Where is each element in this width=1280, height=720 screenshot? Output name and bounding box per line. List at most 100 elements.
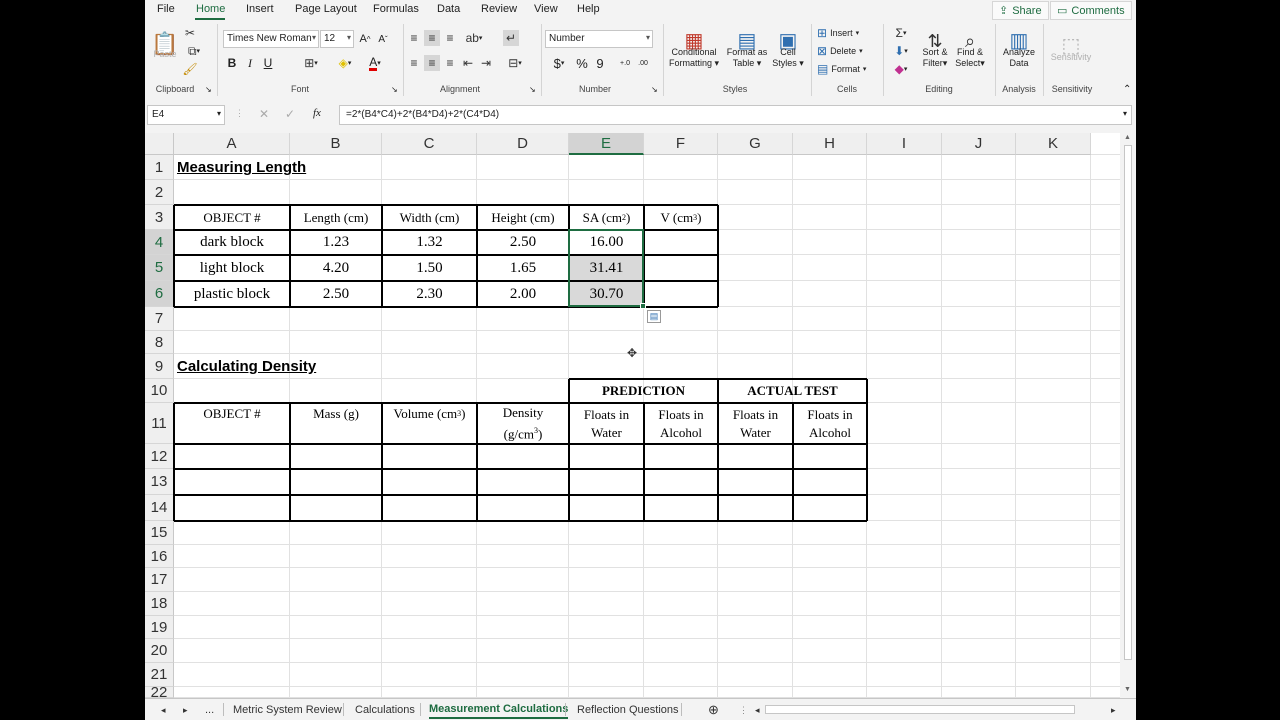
row-header-1[interactable]: 1 [145, 155, 174, 180]
header-v[interactable]: V (cm 3) [644, 205, 718, 230]
column-header-c[interactable]: C [382, 133, 477, 155]
fill-handle[interactable] [640, 303, 646, 309]
conditional-formatting-button[interactable]: ▦ Conditional Formatting ▾ [665, 26, 723, 78]
cell-width-2[interactable]: 1.50 [382, 255, 477, 281]
cell-v-3[interactable] [644, 281, 718, 307]
sensitivity-button[interactable]: ⬚ Sensitivity [1047, 26, 1095, 78]
vertical-scrollbar[interactable]: ▲ ▼ [1120, 133, 1136, 698]
align-top-icon[interactable]: ≡ [407, 30, 421, 46]
cell-width-1[interactable]: 1.32 [382, 230, 477, 255]
header2-volume[interactable]: Volume (cm 3) [382, 403, 477, 444]
horizontal-scrollbar-thumb[interactable] [765, 705, 1075, 714]
format-painter-icon[interactable]: 🖌 [182, 62, 197, 76]
column-header-h[interactable]: H [793, 133, 867, 155]
comments-button[interactable]: ▭ Comments [1050, 1, 1132, 20]
row-header-18[interactable]: 18 [145, 592, 174, 616]
insert-function-icon[interactable]: fx [313, 107, 321, 119]
bold-button[interactable]: B [225, 55, 239, 71]
header2-density[interactable]: Density (g/cm3) [477, 403, 569, 444]
column-header-b[interactable]: B [290, 133, 382, 155]
row-header-2[interactable]: 2 [145, 180, 174, 205]
header2-actual-floats-alcohol[interactable]: Floats in Alcohol [793, 403, 867, 444]
align-bottom-icon[interactable]: ≡ [443, 30, 457, 46]
cell-object-3[interactable]: plastic block [174, 281, 290, 307]
hscroll-right-icon[interactable]: ▸ [1111, 701, 1116, 719]
header2-mass[interactable]: Mass (g) [290, 403, 382, 444]
header2-actual-floats-water[interactable]: Floats in Water [718, 403, 793, 444]
select-all-corner[interactable] [145, 133, 174, 155]
analyze-data-button[interactable]: ▥ Analyze Data [999, 26, 1039, 78]
row-header-16[interactable]: 16 [145, 545, 174, 568]
cell-v-1[interactable] [644, 230, 718, 255]
row-header-11[interactable]: 11 [145, 403, 174, 444]
dialog-launcher-icon[interactable]: ↘ [529, 85, 536, 94]
format-as-table-button[interactable]: ▤ Format as Table ▾ [725, 26, 769, 78]
menu-insert[interactable]: Insert [246, 3, 274, 15]
menu-help[interactable]: Help [577, 3, 600, 15]
decrease-indent-icon[interactable]: ⇤ [461, 55, 475, 71]
font-name-select[interactable]: Times New Roman ▾ [223, 30, 319, 48]
increase-font-size-button[interactable]: A ^ [357, 31, 373, 47]
scroll-down-icon[interactable]: ▼ [1124, 686, 1131, 693]
header-height[interactable]: Height (cm) [477, 205, 569, 230]
dialog-launcher-icon[interactable]: ↘ [391, 85, 398, 94]
row-header-20[interactable]: 20 [145, 639, 174, 663]
row-header-8[interactable]: 8 [145, 331, 174, 354]
section-title-measuring-length[interactable]: Measuring Length [174, 155, 477, 180]
cell-height-3[interactable]: 2.00 [477, 281, 569, 307]
row-header-13[interactable]: 13 [145, 469, 174, 495]
row-header-7[interactable]: 7 [145, 307, 174, 331]
column-header-f[interactable]: F [644, 133, 718, 155]
italic-button[interactable]: I [243, 55, 257, 71]
header-prediction[interactable]: PREDICTION [569, 379, 718, 403]
column-header-d[interactable]: D [477, 133, 569, 155]
menu-file[interactable]: File [157, 3, 175, 15]
merge-center-icon[interactable]: ⊟ ▾ [503, 55, 527, 71]
align-middle-icon[interactable]: ≡ [424, 30, 440, 46]
cell-length-1[interactable]: 1.23 [290, 230, 382, 255]
row-header-15[interactable]: 15 [145, 521, 174, 545]
currency-format-button[interactable]: $ ▾ [547, 55, 571, 71]
wrap-text-icon[interactable]: ↵ [503, 30, 519, 46]
scroll-up-icon[interactable]: ▲ [1124, 134, 1131, 141]
enter-icon[interactable]: ✓ [285, 107, 295, 121]
column-header-e[interactable]: E [569, 133, 644, 155]
share-button[interactable]: ⇪ Share [992, 1, 1049, 20]
fill-color-button[interactable]: ◈ ▾ [333, 55, 357, 71]
tab-calculations[interactable]: Calculations [355, 701, 415, 719]
add-sheet-icon[interactable]: ⊕ [708, 701, 719, 719]
row-header-4[interactable]: 4 [145, 230, 174, 255]
tab-scroll-right-icon[interactable]: ▸ [183, 701, 188, 719]
tab-scroll-left-icon[interactable]: ◂ [161, 701, 166, 719]
header-object[interactable]: OBJECT # [174, 205, 290, 230]
formula-input[interactable]: =2*(B4*C4)+2*(B4*D4)+2*(C4*D4) ▾ [339, 105, 1132, 125]
tab-more[interactable]: ... [205, 701, 214, 719]
collapse-ribbon-icon[interactable]: ⌃ [1123, 84, 1131, 95]
cell-length-3[interactable]: 2.50 [290, 281, 382, 307]
percent-style-icon[interactable]: % [575, 55, 589, 71]
row-header-5[interactable]: 5 [145, 255, 174, 281]
insert-cells-button[interactable]: ⊞ Insert ▾ [817, 26, 873, 40]
copy-icon[interactable]: ⧉ ▾ [183, 44, 205, 58]
align-right-icon[interactable]: ≡ [443, 55, 457, 71]
cell-length-2[interactable]: 4.20 [290, 255, 382, 281]
decrease-font-size-button[interactable]: Aˇ [375, 31, 391, 47]
header2-prediction-floats-alcohol[interactable]: Floats in Alcohol [644, 403, 718, 444]
header-sa[interactable]: SA (cm 2) [569, 205, 644, 230]
increase-decimal-icon[interactable]: +.0 [617, 55, 633, 71]
header-actual-test[interactable]: ACTUAL TEST [718, 379, 867, 403]
section-title-calculating-density[interactable]: Calculating Density [174, 354, 477, 379]
increase-indent-icon[interactable]: ⇥ [479, 55, 493, 71]
cell-object-1[interactable]: dark block [174, 230, 290, 255]
delete-cells-button[interactable]: ⊠ Delete ▾ [817, 44, 873, 58]
decrease-decimal-icon[interactable]: .00 [635, 55, 651, 71]
comma-style-icon[interactable]: 9 [593, 55, 607, 71]
cell-styles-button[interactable]: ▣ Cell Styles ▾ [769, 26, 807, 78]
header-width[interactable]: Width (cm) [382, 205, 477, 230]
scrollbar-thumb[interactable] [1124, 145, 1132, 660]
cell-v-2[interactable] [644, 255, 718, 281]
font-color-button[interactable]: A ▾ [363, 55, 387, 71]
font-size-select[interactable]: 12 ▾ [320, 30, 354, 48]
header2-prediction-floats-water[interactable]: Floats in Water [569, 403, 644, 444]
row-header-22[interactable]: 22 [145, 684, 174, 698]
